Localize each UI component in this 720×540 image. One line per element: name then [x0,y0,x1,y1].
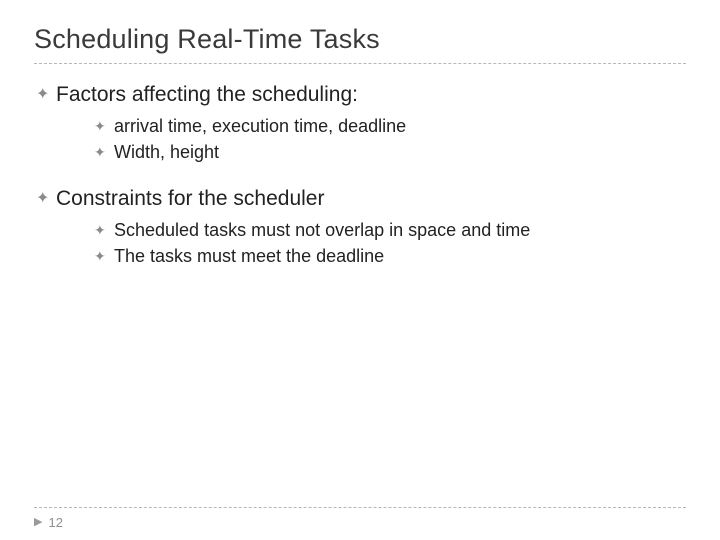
list-item: ✦ arrival time, execution time, deadline [94,114,686,138]
list-item: ✦ Width, height [94,140,686,164]
footer: ▶ 12 [34,515,63,530]
list-item-text: Scheduled tasks must not overlap in spac… [114,218,530,242]
arrow-icon: ▶ [34,517,42,528]
bullet-icon: ✦ [34,82,56,108]
list-item-text: The tasks must meet the deadline [114,244,384,268]
bullet-icon: ✦ [94,218,114,242]
footer-divider [34,507,686,508]
list-item-text: Factors affecting the scheduling: [56,82,358,108]
slide: Scheduling Real-Time Tasks ✦ Factors aff… [0,0,720,540]
content-area: ✦ Factors affecting the scheduling: ✦ ar… [34,82,686,268]
sublist: ✦ arrival time, execution time, deadline… [94,114,686,164]
title-divider [34,63,686,64]
bullet-icon: ✦ [94,140,114,164]
list-item-text: Constraints for the scheduler [56,186,324,212]
list-item: ✦ Factors affecting the scheduling: [34,82,686,108]
bullet-icon: ✦ [94,244,114,268]
list-item: ✦ Constraints for the scheduler [34,186,686,212]
bullet-icon: ✦ [34,186,56,212]
list-item: ✦ Scheduled tasks must not overlap in sp… [94,218,686,242]
slide-title: Scheduling Real-Time Tasks [34,24,686,55]
list-item-text: Width, height [114,140,219,164]
list-item-text: arrival time, execution time, deadline [114,114,406,138]
sublist: ✦ Scheduled tasks must not overlap in sp… [94,218,686,268]
list-item: ✦ The tasks must meet the deadline [94,244,686,268]
page-number: 12 [48,515,62,530]
bullet-icon: ✦ [94,114,114,138]
